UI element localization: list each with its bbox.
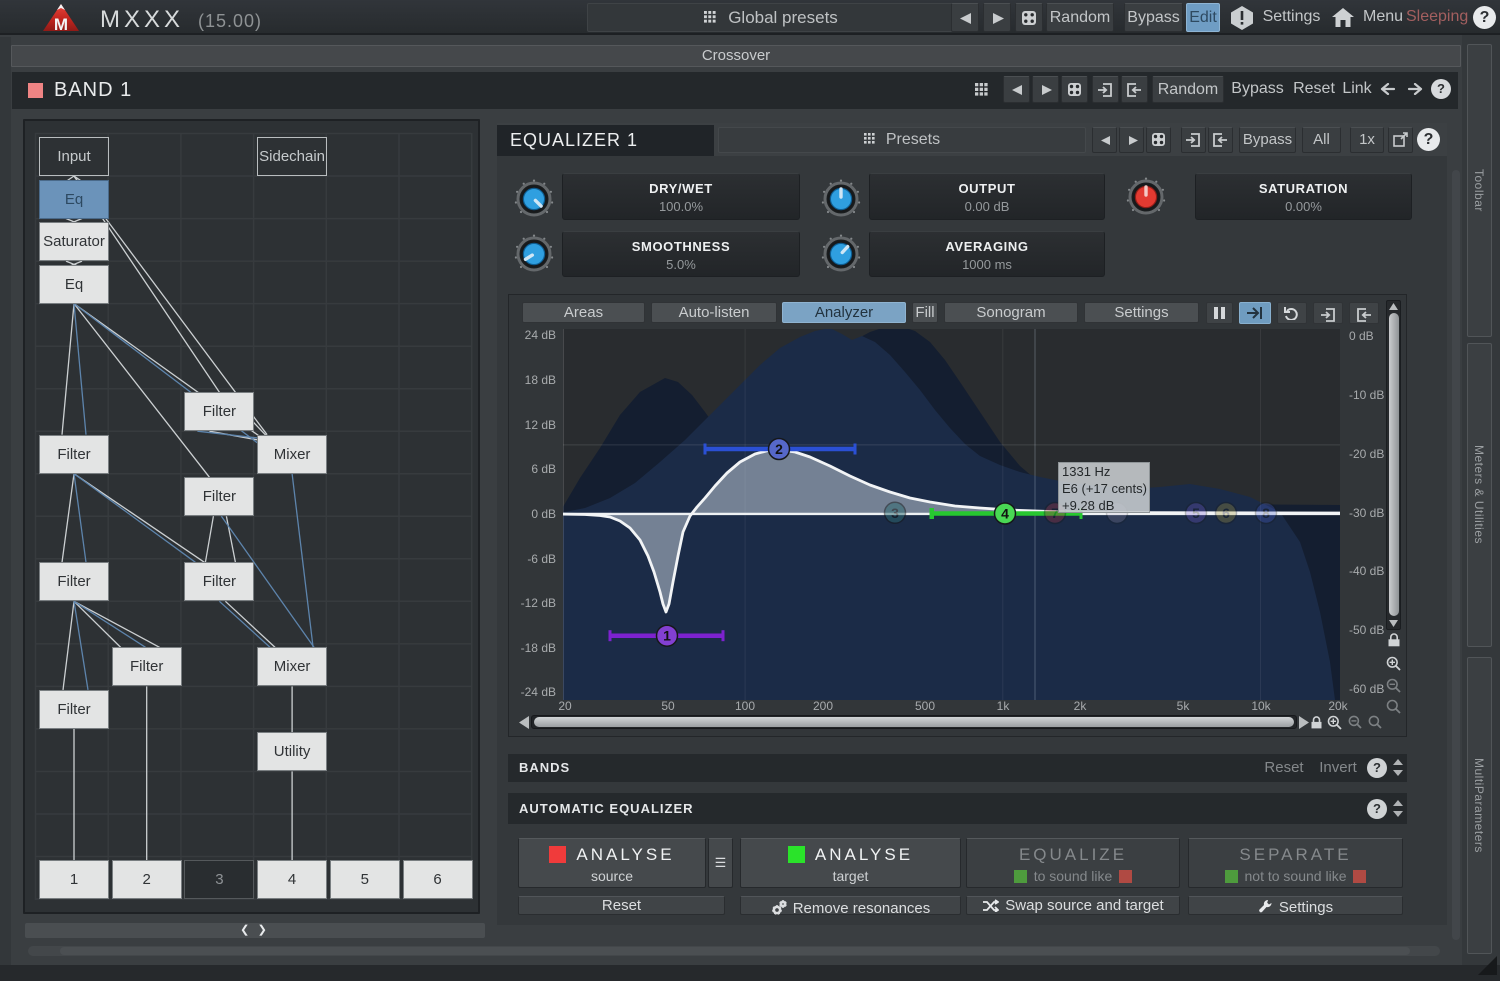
svg-text:3: 3 bbox=[891, 505, 899, 521]
svg-text:6: 6 bbox=[1222, 505, 1230, 521]
svg-text:M: M bbox=[54, 15, 68, 33]
svg-text:1: 1 bbox=[663, 628, 671, 644]
svg-text:5: 5 bbox=[1192, 505, 1200, 521]
svg-text:8: 8 bbox=[1262, 505, 1270, 521]
svg-text:2: 2 bbox=[775, 441, 783, 457]
svg-text:4: 4 bbox=[1001, 506, 1009, 522]
